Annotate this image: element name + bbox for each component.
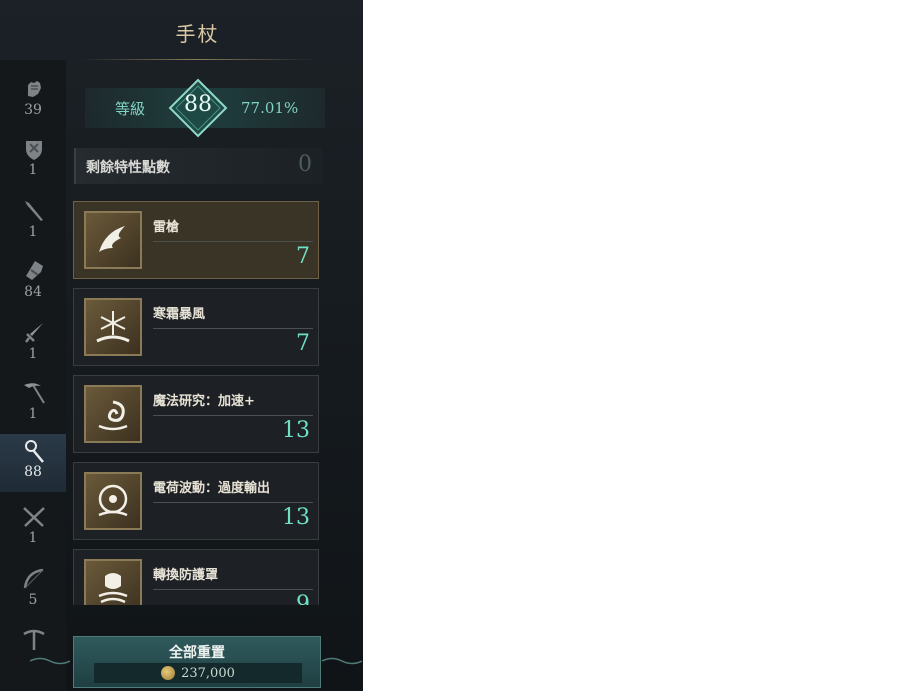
magic-research-icon: [84, 385, 142, 443]
frost-storm-icon: [84, 298, 142, 356]
charge-wave-icon: [84, 472, 142, 530]
category-count: 1: [28, 406, 38, 422]
skill-level: 7: [296, 331, 310, 356]
skill-divider: [153, 502, 313, 503]
category-greatsword[interactable]: 84: [0, 254, 66, 312]
category-scythe[interactable]: 1: [0, 376, 66, 434]
category-staff[interactable]: 88: [0, 434, 66, 492]
category-shield[interactable]: 1: [0, 132, 66, 190]
category-gauntlet[interactable]: 39: [0, 72, 66, 130]
skill-divider: [153, 241, 313, 242]
skill-lightning-spear[interactable]: 雷槍 7: [73, 201, 319, 279]
reset-cost-value: 237,000: [181, 665, 235, 681]
remaining-points-label: 剩餘特性點數: [86, 160, 170, 176]
reset-all-button[interactable]: 全部重置 237,000: [73, 636, 321, 688]
ornament-left: [30, 657, 70, 665]
skill-level: 9: [296, 592, 310, 605]
category-spear[interactable]: 1: [0, 194, 66, 252]
title-divider: [80, 59, 315, 60]
staff-icon: [21, 438, 47, 464]
scythe-icon: [21, 380, 47, 406]
category-bow[interactable]: 5: [0, 562, 66, 620]
dual-blade-icon: [21, 504, 47, 530]
category-count: 1: [28, 162, 38, 178]
skill-divider: [153, 589, 313, 590]
level-value: 88: [184, 92, 212, 117]
skill-name: 寒霜暴風: [153, 307, 206, 322]
skill-name: 魔法研究：加速+: [153, 394, 255, 409]
lightning-spear-icon: [84, 211, 142, 269]
category-sword[interactable]: 1: [0, 316, 66, 374]
level-label: 等級: [115, 100, 146, 118]
page-title: 手杖: [175, 22, 220, 46]
skill-magic-research[interactable]: 魔法研究：加速+ 13: [73, 375, 319, 453]
skill-name: 電荷波動：過度輸出: [153, 481, 271, 496]
trait-panel: 39 1 1 84 1 1 88 1 5 手杖 等級 77.01% 88 剩餘特…: [0, 0, 363, 691]
category-count: 1: [28, 346, 38, 362]
gauntlet-icon: [21, 76, 47, 102]
skill-frost-storm[interactable]: 寒霜暴風 7: [73, 288, 319, 366]
panel-header: 手杖: [70, 0, 325, 60]
conversion-shield-icon: [84, 559, 142, 605]
skill-charge-wave[interactable]: 電荷波動：過度輸出 13: [73, 462, 319, 540]
skill-conversion-shield[interactable]: 轉換防護罩 9: [73, 549, 319, 605]
skill-level: 7: [296, 244, 310, 269]
skill-level: 13: [282, 505, 310, 530]
coin-icon: [161, 666, 176, 680]
reset-all-label: 全部重置: [169, 645, 225, 661]
category-count: 1: [28, 530, 38, 546]
crossbow-icon: [21, 626, 47, 652]
skill-name: 轉換防護罩: [153, 568, 219, 583]
shield-icon: [21, 136, 47, 162]
level-progress-percent: 77.01%: [241, 99, 299, 117]
skill-divider: [153, 328, 313, 329]
category-count: 5: [28, 592, 38, 608]
spear-icon: [21, 198, 47, 224]
category-count: 39: [24, 102, 42, 118]
remaining-points-value: 0: [298, 152, 312, 177]
category-crossbow[interactable]: [0, 622, 66, 680]
bow-icon: [21, 566, 47, 592]
sword-icon: [21, 320, 47, 346]
category-count: 1: [28, 224, 38, 240]
category-count: 88: [24, 464, 42, 480]
weapon-category-rail: 39 1 1 84 1 1 88 1 5: [0, 60, 66, 691]
remaining-points: 剩餘特性點數 0: [74, 148, 322, 184]
greatsword-icon: [21, 258, 47, 284]
skill-name: 雷槍: [153, 220, 180, 235]
reset-cost: 237,000: [94, 663, 302, 683]
skill-level: 13: [282, 418, 310, 443]
skill-divider: [153, 415, 313, 416]
category-count: 84: [24, 284, 42, 300]
skill-list: 雷槍 7 寒霜暴風 7 魔法研究：加速+ 13 電荷波動：過度輸出 13 轉換防…: [73, 201, 323, 605]
ornament-right: [322, 657, 362, 665]
category-dual-blade[interactable]: 1: [0, 500, 66, 558]
